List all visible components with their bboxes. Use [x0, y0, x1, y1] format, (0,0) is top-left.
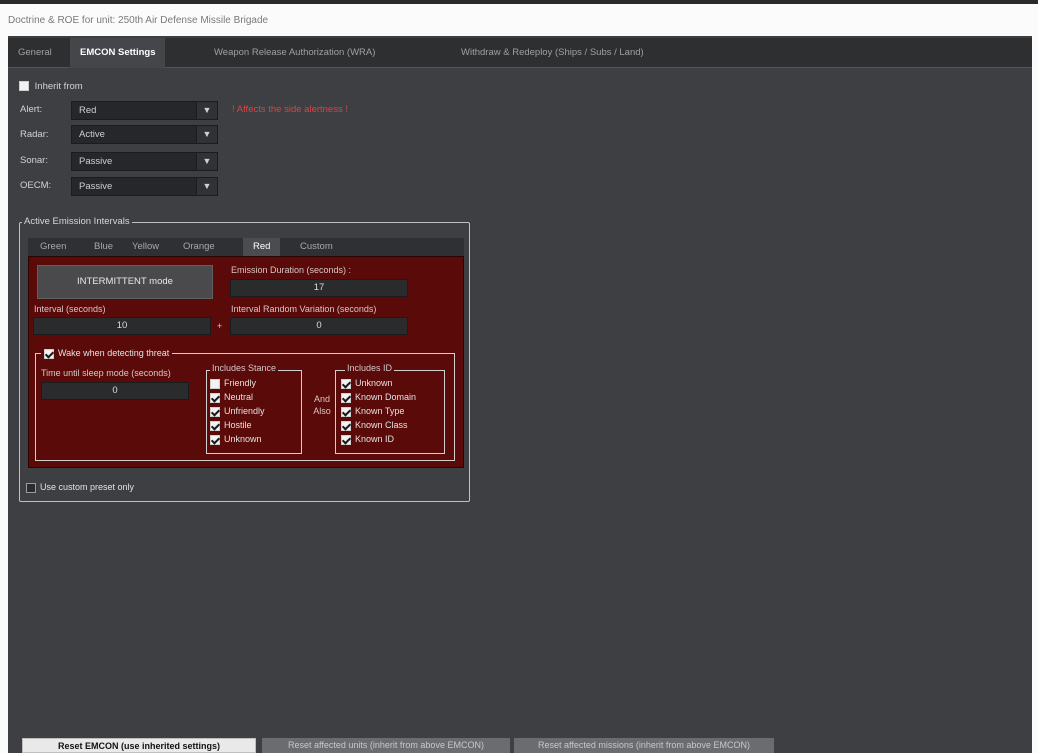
emission-duration-field[interactable]: 17 [230, 279, 408, 297]
stance-checkbox[interactable] [210, 378, 220, 389]
id-item[interactable]: Known Type [341, 405, 404, 418]
main-tab-bar: General EMCON Settings Weapon Release Au… [8, 38, 1032, 68]
window-frame-left [0, 36, 8, 753]
chevron-down-icon: ▼ [196, 153, 217, 170]
custom-preset-label: Use custom preset only [40, 482, 135, 492]
id-checkbox[interactable] [341, 434, 351, 445]
stance-label: Unfriendly [224, 406, 265, 416]
radar-value: Active [79, 129, 105, 140]
chevron-down-icon: ▼ [196, 178, 217, 195]
tab-green[interactable]: Green [40, 238, 66, 256]
id-title: Includes ID [345, 363, 395, 373]
tab-orange[interactable]: Orange [183, 238, 215, 256]
sonar-label: Sonar: [20, 155, 48, 166]
interval-variation-label: Interval Random Variation (seconds) [231, 304, 377, 314]
stance-item[interactable]: Unfriendly [210, 405, 265, 418]
alert-select[interactable]: Red ▼ [71, 101, 218, 120]
window-titlebar: Doctrine & ROE for unit: 250th Air Defen… [0, 0, 1038, 36]
tab-emcon-settings[interactable]: EMCON Settings [70, 38, 166, 68]
sonar-value: Passive [79, 156, 113, 167]
reset-affected-units-button[interactable]: Reset affected units (inherit from above… [262, 738, 510, 753]
radar-select[interactable]: Active ▼ [71, 125, 218, 144]
chevron-down-icon: ▼ [196, 102, 217, 119]
tab-yellow[interactable]: Yellow [132, 238, 159, 256]
interval-variation-field[interactable]: 0 [230, 317, 408, 335]
alert-label: Alert: [20, 104, 43, 115]
stance-checkbox[interactable] [210, 420, 220, 431]
interval-label: Interval (seconds) [34, 304, 106, 314]
chevron-down-icon: ▼ [196, 126, 217, 143]
inherit-label: Inherit from [34, 81, 83, 92]
stance-checkbox[interactable] [210, 392, 220, 403]
id-item[interactable]: Known Class [341, 419, 408, 432]
custom-preset-row[interactable]: Use custom preset only [26, 481, 134, 494]
id-checkbox[interactable] [341, 392, 351, 403]
id-label: Known Class [355, 420, 408, 430]
id-checkbox[interactable] [341, 406, 351, 417]
tab-weapon-release-authorization[interactable]: Weapon Release Authorization (WRA) [214, 38, 375, 68]
radar-label: Radar: [20, 129, 49, 140]
sleep-time-field[interactable]: 0 [41, 382, 189, 400]
interval-plus-sign: + [217, 321, 223, 331]
oecm-value: Passive [79, 181, 113, 192]
stance-item[interactable]: Hostile [210, 419, 252, 432]
stance-label: Neutral [224, 392, 254, 402]
id-item[interactable]: Known Domain [341, 391, 416, 404]
and-also-label: And Also [313, 394, 331, 416]
intermittent-mode-button[interactable]: INTERMITTENT mode [37, 265, 213, 299]
reset-emcon-button[interactable]: Reset EMCON (use inherited settings) [22, 738, 256, 753]
stance-item[interactable]: Unknown [210, 433, 262, 446]
stance-label: Friendly [224, 378, 257, 388]
stance-label: Unknown [224, 434, 262, 444]
tab-red[interactable]: Red [243, 238, 281, 256]
oecm-label: OECM: [20, 180, 52, 191]
alert-value: Red [79, 105, 97, 116]
id-item[interactable]: Known ID [341, 433, 394, 446]
wake-checkbox-row[interactable]: Wake when detecting threat [41, 347, 173, 360]
tab-general[interactable]: General [18, 38, 52, 68]
stance-title: Includes Stance [210, 363, 279, 373]
inherit-row[interactable]: Inherit from [19, 81, 83, 92]
custom-preset-checkbox[interactable] [26, 482, 36, 493]
reset-affected-missions-button[interactable]: Reset affected missions (inherit from ab… [514, 738, 774, 753]
id-item[interactable]: Unknown [341, 377, 393, 390]
stance-item[interactable]: Friendly [210, 377, 256, 390]
alert-note: ! Affects the side alertness ! [232, 104, 348, 115]
id-label: Known Type [355, 406, 405, 416]
stance-checkbox[interactable] [210, 434, 220, 445]
id-label: Known ID [355, 434, 395, 444]
active-emission-intervals-title: Active Emission Intervals [22, 216, 132, 227]
tab-withdraw-redeploy[interactable]: Withdraw & Redeploy (Ships / Subs / Land… [461, 38, 644, 68]
oecm-select[interactable]: Passive ▼ [71, 177, 218, 196]
stance-label: Hostile [224, 420, 252, 430]
emcon-settings-panel: Inherit from Alert: Red ▼ ! Affects the … [8, 68, 1032, 740]
window-title: Doctrine & ROE for unit: 250th Air Defen… [8, 15, 269, 26]
inherit-checkbox[interactable] [19, 81, 29, 92]
id-checkbox[interactable] [341, 420, 351, 431]
tab-custom[interactable]: Custom [300, 238, 333, 256]
emission-duration-label: Emission Duration (seconds) : [231, 265, 352, 275]
wake-label: Wake when detecting threat [58, 348, 170, 358]
window-frame-right [1032, 36, 1038, 753]
red-emission-panel: INTERMITTENT mode Emission Duration (sec… [28, 256, 464, 468]
sonar-select[interactable]: Passive ▼ [71, 152, 218, 171]
wake-checkbox[interactable] [44, 348, 54, 359]
id-checkbox[interactable] [341, 378, 351, 389]
interval-field[interactable]: 10 [33, 317, 211, 335]
id-label: Known Domain [355, 392, 417, 402]
tab-blue[interactable]: Blue [94, 238, 113, 256]
stance-item[interactable]: Neutral [210, 391, 253, 404]
stance-checkbox[interactable] [210, 406, 220, 417]
sleep-time-label: Time until sleep mode (seconds) [41, 368, 171, 378]
emission-tab-bar: Green Blue Yellow Orange Red Custom [28, 238, 464, 256]
id-label: Unknown [355, 378, 393, 388]
